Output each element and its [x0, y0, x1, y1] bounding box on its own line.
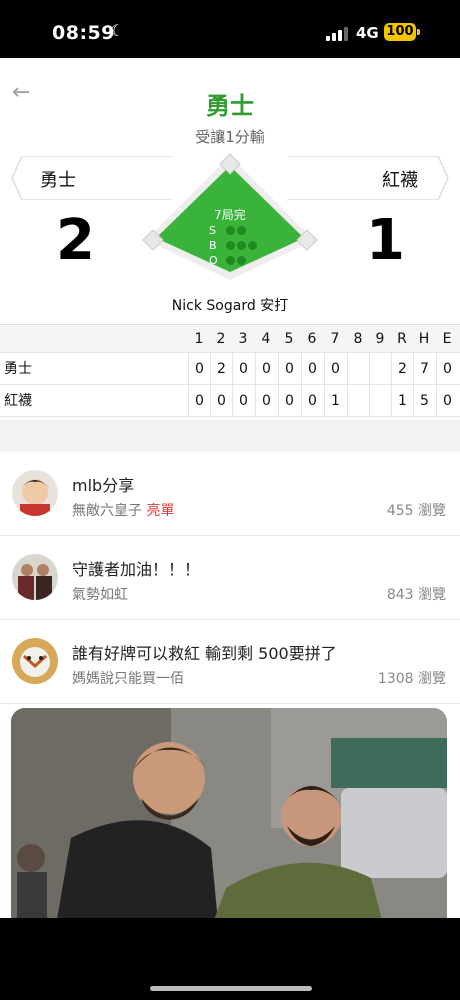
row-team: 勇士: [4, 361, 32, 377]
handicap-subtitle: 受讓1分輸: [195, 128, 265, 146]
score-cell: 0: [255, 385, 277, 416]
status-time: 08:59: [52, 22, 115, 44]
score-cell: 0: [278, 353, 300, 384]
inning-header: 2: [216, 331, 226, 347]
signal-icon: [326, 27, 348, 41]
inning-header: 4: [261, 331, 271, 347]
score-cell: 0: [278, 385, 300, 416]
score-cell: 0: [188, 353, 210, 384]
inning-header: 3: [238, 331, 248, 347]
inning-header: 8: [353, 331, 363, 347]
list-item[interactable]: 守護者加油！！！ 氣勢如虹 843 瀏覽: [0, 536, 460, 620]
hits-header: H: [418, 331, 430, 347]
score-cell: 0: [210, 385, 232, 416]
post-title: mlb分享: [72, 476, 135, 495]
battery-level: 100: [386, 24, 414, 39]
score-cell: 0: [232, 385, 254, 416]
out-label: O: [209, 254, 218, 267]
sbo-labels: S B O: [209, 223, 218, 268]
post-title: 守護者加油！！！: [72, 560, 201, 579]
ball-dot: [237, 241, 246, 250]
last-play: Nick Sogard 安打: [171, 298, 289, 314]
inning-header: 5: [284, 331, 294, 347]
score-cell: [369, 353, 391, 384]
score-cell: 2: [210, 353, 232, 384]
list-item[interactable]: mlb分享 無敵六皇子 亮單 455 瀏覽: [0, 452, 460, 536]
errors-cell: 0: [436, 353, 458, 384]
hits-cell: 5: [413, 385, 435, 416]
ball-dot: [226, 241, 235, 250]
ball-dot: [248, 241, 257, 250]
inning-header: 1: [194, 331, 204, 347]
inning-header: 9: [375, 331, 385, 347]
box-score-table: 1 2 3 4 5 6 7 8 9 R H E 勇士 0 2 0 0 0 0 0…: [0, 324, 460, 417]
score-cell: 0: [301, 353, 323, 384]
runs-cell: 1: [391, 385, 413, 416]
out-dot: [237, 256, 246, 265]
table-row: 勇士 0 2 0 0 0 0 0 2 7 0: [0, 353, 460, 385]
inning-header: 7: [330, 331, 340, 347]
avatar: [12, 638, 58, 684]
app-screen: 08:59 ☾ 4G 100 ← 勇士 受讓1分輸 勇士 紅襪 2 1 7局完 …: [0, 0, 460, 1000]
inning-header: 6: [307, 331, 317, 347]
post-views: 455 瀏覽: [386, 503, 446, 519]
score-cell: [369, 385, 391, 416]
runs-cell: 2: [391, 353, 413, 384]
score-cell: 0: [324, 353, 346, 384]
post-author-line: 無敵六皇子 亮單: [72, 500, 174, 520]
away-team-name: 勇士: [40, 170, 76, 191]
score-cell: [347, 385, 369, 416]
strike-dot: [226, 226, 235, 235]
score-cell: 1: [324, 385, 346, 416]
out-dot: [226, 256, 235, 265]
score-cell: [347, 353, 369, 384]
page-title: 勇士: [206, 92, 254, 120]
post-tag: 亮單: [146, 503, 175, 519]
table-row: 紅襪 0 0 0 0 0 0 1 1 5 0: [0, 385, 460, 417]
post-views: 843 瀏覽: [386, 587, 446, 603]
post-views: 1308 瀏覽: [377, 671, 446, 687]
home-team-name: 紅襪: [382, 170, 418, 191]
score-cell: 0: [301, 385, 323, 416]
post-author: 無敵六皇子: [72, 503, 142, 519]
inning-status: 7局完: [214, 208, 246, 222]
post-title: 誰有好牌可以救紅 輸到剩 500要拼了: [72, 644, 337, 663]
score-cell: 0: [188, 385, 210, 416]
list-item[interactable]: 誰有好牌可以救紅 輸到剩 500要拼了 媽媽說只能買一佰 1308 瀏覽: [0, 620, 460, 704]
runs-header: R: [397, 331, 407, 347]
avatar: [12, 470, 58, 516]
hits-cell: 7: [413, 353, 435, 384]
box-score-header: 1 2 3 4 5 6 7 8 9 R H E: [0, 325, 460, 353]
section-divider: [0, 420, 460, 452]
strike-dot: [237, 226, 246, 235]
status-bar: 08:59 ☾ 4G 100: [0, 0, 460, 58]
strike-label: S: [209, 224, 216, 237]
errors-cell: 0: [436, 385, 458, 416]
errors-header: E: [442, 331, 452, 347]
score-cell: 0: [232, 353, 254, 384]
post-author: 媽媽說只能買一佰: [72, 671, 184, 687]
moon-icon: ☾: [110, 21, 125, 40]
home-indicator[interactable]: [150, 986, 312, 991]
post-author: 氣勢如虹: [72, 587, 128, 603]
avatar: [12, 554, 58, 600]
ball-label: B: [209, 239, 217, 252]
row-team: 紅襪: [4, 393, 32, 409]
battery-icon: 100: [384, 23, 416, 41]
network-label: 4G: [356, 24, 379, 42]
score-cell: 0: [255, 353, 277, 384]
